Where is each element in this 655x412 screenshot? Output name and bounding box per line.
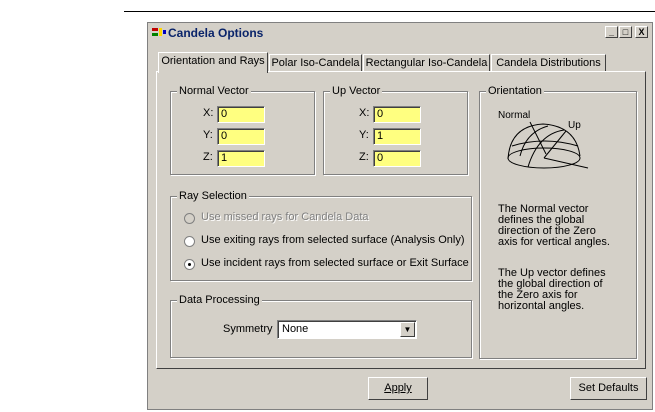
up-z-label: Z:: [359, 151, 369, 163]
normal-y-field[interactable]: 0: [217, 128, 265, 145]
radio-incident-rays[interactable]: [184, 259, 195, 270]
normal-vector-title: Normal Vector: [177, 85, 251, 97]
up-x-field[interactable]: 0: [373, 106, 421, 123]
up-y-label: Y:: [359, 129, 369, 141]
radio-incident-rays-label: Use incident rays from selected surface …: [201, 257, 469, 269]
tab-panel: Normal Vector X: 0 Y: 0 Z: 1 Up Vector X…: [156, 71, 646, 369]
radio-exiting-rays[interactable]: [184, 236, 195, 247]
orientation-group: Orientation Normal Up The Normal vector …: [479, 85, 637, 359]
ray-selection-group: Ray Selection Use missed rays for Candel…: [170, 190, 472, 281]
tab-polar-iso-candela[interactable]: Polar Iso-Candela: [269, 54, 362, 72]
normal-vector-group: Normal Vector X: 0 Y: 0 Z: 1: [170, 85, 315, 175]
symmetry-label: Symmetry: [223, 323, 273, 335]
normal-x-label: X:: [203, 107, 214, 119]
normal-description: The Normal vector defines the global dir…: [498, 203, 610, 248]
radio-missed-rays[interactable]: [184, 213, 195, 224]
top-divider-line: [124, 11, 655, 12]
window-title: Candela Options: [168, 26, 264, 40]
title-bar: Candela Options _ □ X: [148, 23, 652, 42]
normal-y-label: Y:: [203, 129, 213, 141]
up-description: The Up vector defines the global directi…: [498, 267, 606, 312]
tab-orientation-and-rays[interactable]: Orientation and Rays: [158, 52, 268, 73]
diagram-up-label: Up: [568, 120, 581, 131]
chevron-down-icon[interactable]: ▼: [400, 322, 415, 337]
data-processing-title: Data Processing: [177, 294, 262, 306]
maximize-button[interactable]: □: [619, 26, 632, 38]
up-x-label: X:: [359, 107, 370, 119]
normal-z-field[interactable]: 1: [217, 150, 265, 167]
symmetry-select[interactable]: None ▼: [277, 320, 417, 339]
up-y-field[interactable]: 1: [373, 128, 421, 145]
set-defaults-button[interactable]: Set Defaults: [570, 377, 647, 400]
close-button[interactable]: X: [635, 26, 648, 38]
hemisphere-diagram-icon: Normal Up: [498, 110, 589, 169]
normal-x-field[interactable]: 0: [217, 106, 265, 123]
app-icon: [152, 27, 166, 37]
tab-rectangular-iso-candela[interactable]: Rectangular Iso-Candela: [363, 54, 490, 72]
up-vector-group: Up Vector X: 0 Y: 1 Z: 0: [323, 85, 468, 175]
radio-missed-rays-label: Use missed rays for Candela Data: [201, 211, 369, 223]
tab-candela-distributions[interactable]: Candela Distributions: [491, 54, 606, 72]
apply-button[interactable]: Apply: [368, 377, 428, 400]
data-processing-group: Data Processing Symmetry None ▼: [170, 294, 472, 358]
minimize-button[interactable]: _: [605, 26, 618, 38]
diagram-normal-label: Normal: [498, 110, 530, 121]
set-defaults-label: Set Defaults: [578, 382, 639, 394]
up-vector-title: Up Vector: [330, 85, 383, 97]
radio-exiting-rays-label: Use exiting rays from selected surface (…: [201, 234, 465, 246]
candela-options-dialog: Candela Options _ □ X Orientation and Ra…: [147, 22, 653, 410]
apply-label: Apply: [384, 382, 412, 394]
orientation-title: Orientation: [486, 85, 544, 97]
normal-z-label: Z:: [203, 151, 213, 163]
up-z-field[interactable]: 0: [373, 150, 421, 167]
ray-selection-title: Ray Selection: [177, 190, 249, 202]
symmetry-value: None: [282, 323, 309, 335]
